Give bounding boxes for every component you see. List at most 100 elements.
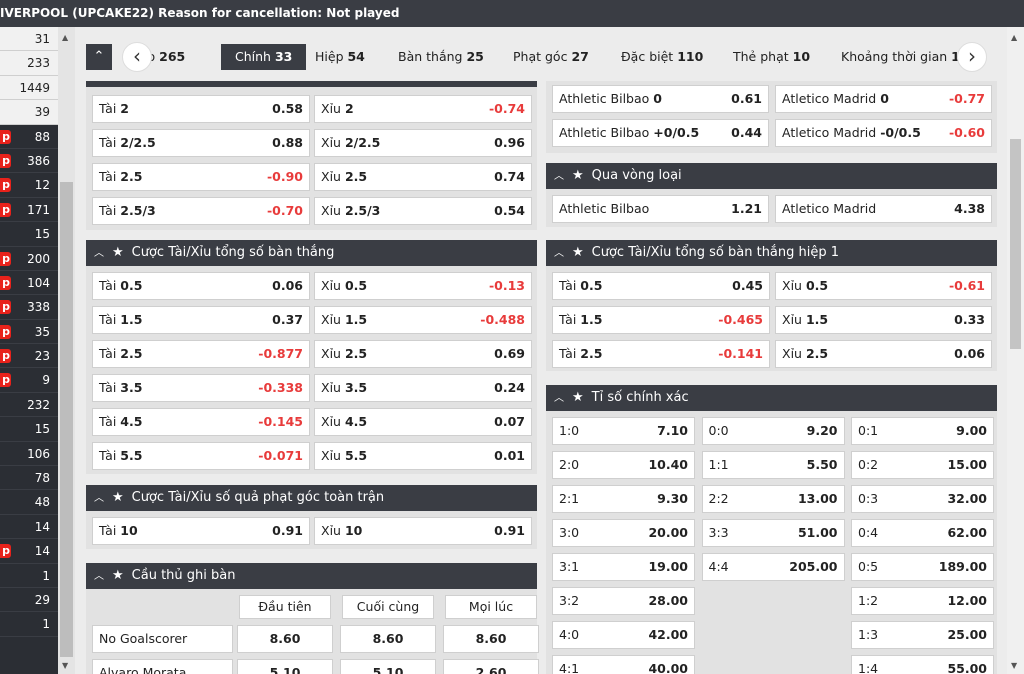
score-option[interactable]: 2:2 13.00 <box>701 485 845 513</box>
over-option[interactable]: Tài 2/2.5 0.88 <box>92 129 310 157</box>
scorer-odds[interactable]: 2.60 <box>443 659 539 674</box>
score-option[interactable]: 2:1 9.30 <box>552 485 695 513</box>
event-row[interactable]: p 14 <box>0 539 58 564</box>
under-option[interactable]: Xỉu 2 -0.74 <box>314 95 532 123</box>
score-option[interactable]: 4:4 205.00 <box>701 553 845 581</box>
over-option[interactable]: Tài 2.5/3 -0.70 <box>92 197 310 225</box>
correct-score-market-header[interactable]: ︿ ★ Tỉ số chính xác <box>546 385 997 411</box>
handicap-option[interactable]: Atletico Madrid 0 -0.77 <box>775 85 992 113</box>
event-row[interactable]: 1449 <box>0 75 58 101</box>
score-option[interactable]: 1:3 25.00 <box>851 621 994 649</box>
over-option[interactable]: Tài 2.5 -0.141 <box>552 340 770 368</box>
scroll-up-icon[interactable]: ▲ <box>1011 33 1017 42</box>
under-option[interactable]: Xỉu 0.5 -0.61 <box>775 272 992 300</box>
event-row[interactable]: 14 <box>0 515 58 540</box>
chevron-up-icon[interactable]: ︿ <box>554 241 564 266</box>
star-icon[interactable]: ★ <box>112 490 124 505</box>
scorer-odds[interactable]: 8.60 <box>237 625 333 653</box>
star-icon[interactable]: ★ <box>112 245 124 260</box>
under-option[interactable]: Xỉu 2.5 0.06 <box>775 340 992 368</box>
over-option[interactable]: Tài 2.5 -0.90 <box>92 163 310 191</box>
event-row[interactable]: 232 <box>0 393 58 418</box>
event-row[interactable]: 31 <box>0 27 58 52</box>
qualify-option[interactable]: Athletic Bilbao 1.21 <box>552 195 769 223</box>
chevron-up-icon[interactable]: ︿ <box>554 386 564 411</box>
star-icon[interactable]: ★ <box>572 245 584 260</box>
right-scrollbar[interactable]: ▲ ▼ <box>1007 27 1024 674</box>
score-option[interactable]: 3:2 28.00 <box>552 587 695 615</box>
score-option[interactable]: 1:0 7.10 <box>552 417 695 445</box>
over-option[interactable]: Tài 3.5 -0.338 <box>92 374 310 402</box>
chevron-up-icon[interactable]: ︿ <box>554 164 564 189</box>
over-option[interactable]: Tài 1.5 -0.465 <box>552 306 770 334</box>
event-row[interactable]: 1 <box>0 564 58 588</box>
event-row[interactable]: p 200 <box>0 247 58 271</box>
over-option[interactable]: Tài 4.5 -0.145 <box>92 408 310 436</box>
tab-6[interactable]: Đặc biệt 110 <box>621 44 703 70</box>
score-option[interactable]: 3:1 19.00 <box>552 553 695 581</box>
event-row[interactable]: p 12 <box>0 173 58 198</box>
tab-2[interactable]: Chính 33 <box>221 44 307 70</box>
total-goals-market-header[interactable]: ︿ ★ Cược Tài/Xỉu tổng số bàn thắng <box>86 240 537 266</box>
event-row[interactable]: 39 <box>0 100 58 125</box>
handicap-option[interactable]: Athletic Bilbao 0 0.61 <box>552 85 769 113</box>
collapse-tabs-button[interactable]: ⌃ <box>86 44 112 70</box>
scroll-down-icon[interactable]: ▼ <box>1011 661 1017 670</box>
score-option[interactable]: 0:3 32.00 <box>851 485 994 513</box>
tab-5[interactable]: Phạt góc 27 <box>513 44 589 70</box>
tab-4[interactable]: Bàn thắng 25 <box>398 44 484 70</box>
event-row[interactable]: p 104 <box>0 271 58 296</box>
chevron-up-icon[interactable]: ︿ <box>94 564 104 589</box>
over-option[interactable]: Tài 2.5 -0.877 <box>92 340 310 368</box>
under-option[interactable]: Xỉu 0.5 -0.13 <box>314 272 532 300</box>
chevron-up-icon[interactable]: ︿ <box>94 486 104 511</box>
under-option[interactable]: Xỉu 2.5 0.74 <box>314 163 532 191</box>
under-option[interactable]: Xỉu 2.5 0.69 <box>314 340 532 368</box>
event-row[interactable]: p 386 <box>0 149 58 174</box>
score-option[interactable]: 4:0 42.00 <box>552 621 695 649</box>
event-row[interactable]: p 88 <box>0 125 58 149</box>
tab-7[interactable]: Thẻ phạt 10 <box>733 44 810 70</box>
qualify-option[interactable]: Atletico Madrid 4.38 <box>775 195 992 223</box>
right-scrollbar-thumb[interactable] <box>1010 139 1021 349</box>
tab-3[interactable]: Hiệp 54 <box>315 44 365 70</box>
score-option[interactable]: 1:4 55.00 <box>851 655 994 674</box>
star-icon[interactable]: ★ <box>112 568 124 583</box>
star-icon[interactable]: ★ <box>572 168 584 183</box>
left-scrollbar[interactable]: ▲ ▼ <box>58 27 75 674</box>
event-row[interactable]: 78 <box>0 466 58 491</box>
qualify-market-header[interactable]: ︿ ★ Qua vòng loại <box>546 163 997 189</box>
score-option[interactable]: 0:5 189.00 <box>851 553 994 581</box>
score-option[interactable]: 3:3 51.00 <box>701 519 845 547</box>
score-option[interactable]: 1:2 12.00 <box>851 587 994 615</box>
over-option[interactable]: Tài 5.5 -0.071 <box>92 442 310 470</box>
star-icon[interactable]: ★ <box>572 390 584 405</box>
over-option[interactable]: Tài 0.5 0.06 <box>92 272 310 300</box>
event-row[interactable]: 48 <box>0 490 58 515</box>
event-row[interactable]: p 171 <box>0 198 58 223</box>
under-option[interactable]: Xỉu 1.5 -0.488 <box>314 306 532 334</box>
score-option[interactable]: 3:0 20.00 <box>552 519 695 547</box>
event-row[interactable]: 29 <box>0 588 58 613</box>
event-row[interactable]: p 338 <box>0 295 58 320</box>
event-row[interactable]: 106 <box>0 442 58 467</box>
under-option[interactable]: Xỉu 10 0.91 <box>314 517 532 545</box>
over-option[interactable]: Tài 0.5 0.45 <box>552 272 770 300</box>
scorer-odds[interactable]: 8.60 <box>443 625 539 653</box>
scroll-down-icon[interactable]: ▼ <box>62 661 68 670</box>
scorer-odds[interactable]: 5.10 <box>237 659 333 674</box>
event-row[interactable]: p 35 <box>0 320 58 345</box>
under-option[interactable]: Xỉu 4.5 0.07 <box>314 408 532 436</box>
corners-market-header[interactable]: ︿ ★ Cược Tài/Xỉu số quả phạt góc toàn trận <box>86 485 537 511</box>
event-row[interactable]: 15 <box>0 417 58 442</box>
handicap-option[interactable]: Atletico Madrid -0/0.5 -0.60 <box>775 119 992 147</box>
event-row[interactable]: p9 <box>0 368 58 393</box>
left-scrollbar-thumb[interactable] <box>60 182 73 657</box>
event-row[interactable]: 233 <box>0 51 58 76</box>
over-option[interactable]: Tài 2 0.58 <box>92 95 310 123</box>
over-option[interactable]: Tài 10 0.91 <box>92 517 310 545</box>
chevron-up-icon[interactable]: ︿ <box>94 241 104 266</box>
event-row[interactable]: 1 <box>0 612 58 637</box>
tabs-next-button[interactable]: › <box>957 42 987 72</box>
score-option[interactable]: 0:4 62.00 <box>851 519 994 547</box>
